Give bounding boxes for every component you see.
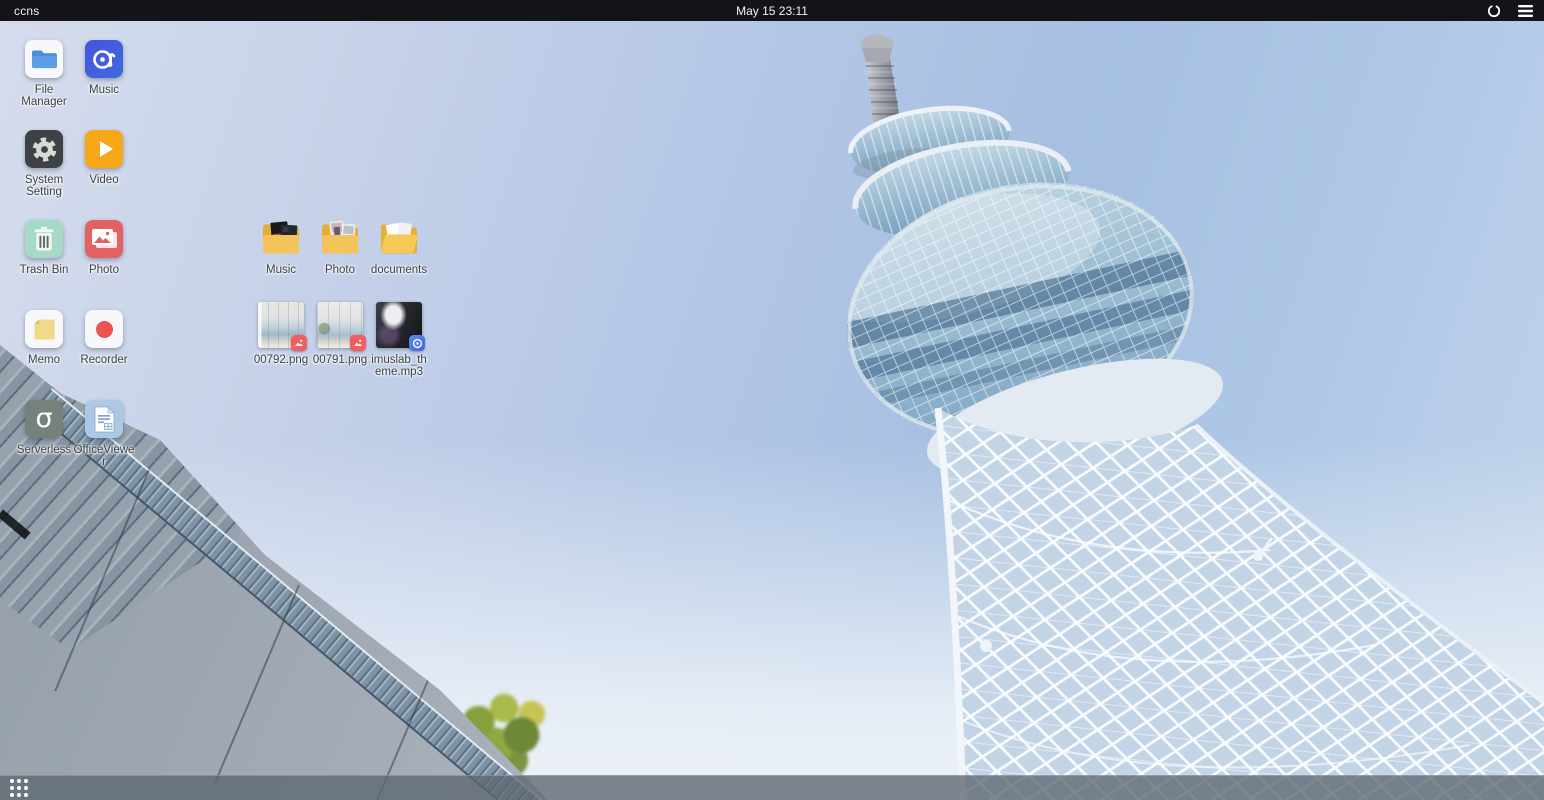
desktop-file-imuslab-theme[interactable]: imuslab_theme.mp3 xyxy=(369,302,429,379)
desktop-icon-video[interactable]: Video xyxy=(74,130,134,186)
topbar-right-icons xyxy=(1485,2,1544,20)
desktop-folder-documents[interactable]: documents xyxy=(369,218,429,276)
app-grid-launcher-icon[interactable] xyxy=(10,779,28,797)
desktop-folder-photo[interactable]: Photo xyxy=(310,218,370,276)
desktop-icon-memo[interactable]: Memo xyxy=(14,310,74,366)
building-seam xyxy=(54,470,150,692)
desktop-icon-officeviewer[interactable]: OfficeViewer xyxy=(74,400,134,469)
desktop-icon-label: OfficeViewer xyxy=(73,444,135,469)
image-badge-icon xyxy=(350,335,366,351)
desktop-icon-serverless[interactable]: σ Serverless xyxy=(14,400,74,456)
desktop-file-label: 00792.png xyxy=(252,354,310,366)
gear-icon xyxy=(25,130,63,168)
picture-icon xyxy=(85,220,123,258)
image-thumbnail xyxy=(258,302,304,348)
lattice-graphic xyxy=(938,408,1544,800)
wallpaper xyxy=(0,0,1544,800)
desktop-icon-label: Music xyxy=(73,84,135,96)
desktop-screen: ccns May 15 23:11 File Manager xyxy=(0,0,1544,800)
documents-folder-icon xyxy=(377,218,421,258)
sigma-icon: σ xyxy=(25,400,63,438)
desktop-icon-label: Video xyxy=(73,174,135,186)
photo-folder-icon xyxy=(318,218,362,258)
building-seam xyxy=(214,585,300,784)
desktop-icon-file-manager[interactable]: File Manager xyxy=(14,40,74,109)
desktop-icon-recorder[interactable]: Recorder xyxy=(74,310,134,366)
desktop-icon-label: Photo xyxy=(73,264,135,276)
menu-icon[interactable] xyxy=(1516,2,1534,20)
desktop-icon-music[interactable]: Music xyxy=(74,40,134,96)
taskbar xyxy=(0,775,1544,800)
trash-icon xyxy=(25,220,63,258)
building-slot xyxy=(0,509,31,539)
document-icon xyxy=(85,400,123,438)
clock: May 15 23:11 xyxy=(0,4,1544,18)
desktop-icon-trash-bin[interactable]: Trash Bin xyxy=(14,220,74,276)
desktop-folder-music[interactable]: Music xyxy=(251,218,311,276)
music-disc-badge-icon xyxy=(409,335,425,351)
desktop-icon-system-setting[interactable]: System Setting xyxy=(14,130,74,199)
disc-note-icon xyxy=(85,40,123,78)
desktop-icon-label: Memo xyxy=(13,354,75,366)
desktop-folder-label: Photo xyxy=(309,264,371,276)
desktop-icon-label: Recorder xyxy=(73,354,135,366)
desktop-icon-label: File Manager xyxy=(13,84,75,109)
desktop-icon-label: Trash Bin xyxy=(13,264,75,276)
desktop-file-label: 00791.png xyxy=(311,354,369,366)
play-icon xyxy=(85,130,123,168)
desktop-file-label: imuslab_theme.mp3 xyxy=(370,354,428,379)
hostname-label: ccns xyxy=(0,4,39,18)
desktop-icon-photo[interactable]: Photo xyxy=(74,220,134,276)
image-thumbnail xyxy=(317,302,363,348)
desktop-file-00792[interactable]: 00792.png xyxy=(251,302,311,366)
image-badge-icon xyxy=(291,335,307,351)
desktop-folder-label: Music xyxy=(250,264,312,276)
music-folder-icon xyxy=(259,218,303,258)
top-status-bar: ccns May 15 23:11 xyxy=(0,0,1544,21)
audio-thumbnail xyxy=(376,302,422,348)
status-ring-icon[interactable] xyxy=(1485,2,1503,20)
desktop-icon-label: System Setting xyxy=(13,174,75,199)
desktop-icon-label: Serverless xyxy=(13,444,75,456)
sticky-note-icon xyxy=(25,310,63,348)
desktop-file-00791[interactable]: 00791.png xyxy=(310,302,370,366)
record-dot-icon xyxy=(85,310,123,348)
folder-icon xyxy=(25,40,63,78)
desktop-folder-label: documents xyxy=(368,264,430,276)
